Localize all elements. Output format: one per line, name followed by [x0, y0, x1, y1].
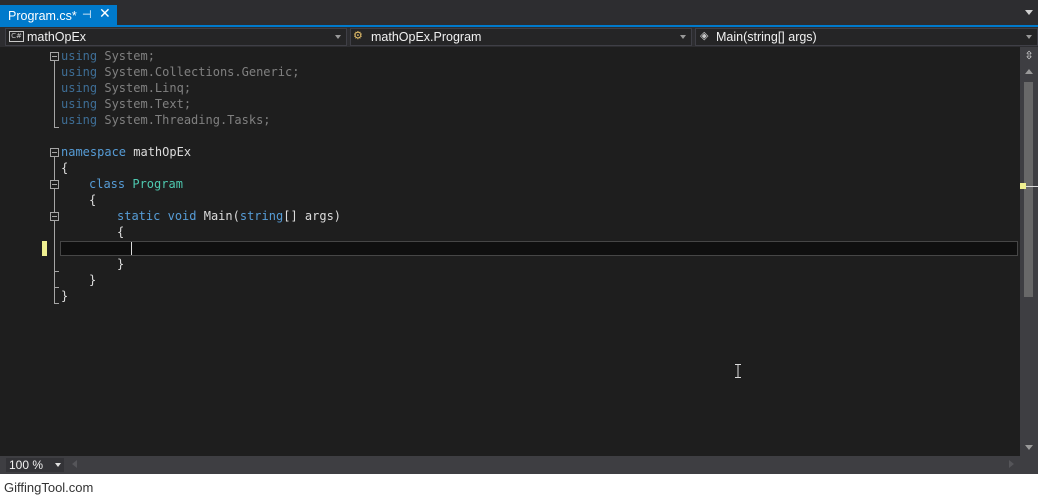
outline-end	[54, 303, 59, 304]
collapse-method-icon[interactable]	[50, 212, 59, 221]
project-label: mathOpEx	[27, 30, 87, 44]
code-line: {	[117, 225, 125, 239]
collapse-usings-icon[interactable]	[50, 52, 59, 61]
chevron-down-icon	[680, 35, 686, 39]
type-label: mathOpEx.Program	[371, 30, 482, 44]
scroll-left-icon[interactable]	[72, 460, 77, 468]
pin-icon[interactable]: ⊣	[82, 8, 92, 21]
document-tab-strip: Program.cs* ⊣ ✕	[0, 0, 1038, 26]
code-editor[interactable]: using System; using System.Collections.G…	[0, 47, 1020, 456]
code-line: }	[117, 257, 125, 271]
current-line-highlight	[60, 241, 1018, 256]
tab-program-cs[interactable]: Program.cs* ⊣ ✕	[0, 5, 117, 26]
editor-bottom-bar: 100 %	[0, 456, 1038, 474]
code-line: class Program	[89, 177, 183, 191]
method-icon: ◈	[700, 30, 709, 42]
close-icon[interactable]: ✕	[99, 6, 111, 22]
code-line: }	[61, 289, 69, 303]
outline-end	[54, 287, 59, 288]
scrollbar-caret-marker	[1026, 186, 1038, 187]
code-line: {	[61, 161, 69, 175]
member-label: Main(string[] args)	[716, 30, 817, 44]
project-dropdown[interactable]: C# mathOpEx	[5, 28, 347, 46]
outline-line	[54, 221, 55, 271]
zoom-value: 100 %	[9, 458, 44, 472]
navigation-bar: C# mathOpEx ⚙ mathOpEx.Program ◈ Main(st…	[0, 27, 1038, 47]
chevron-down-icon	[55, 463, 61, 467]
code-line: using System;	[61, 49, 155, 63]
code-line: static void Main(string[] args)	[117, 209, 342, 223]
ibeam-cursor-icon	[735, 364, 741, 378]
code-line: using System.Linq;	[61, 81, 192, 95]
text-caret	[131, 242, 132, 255]
chevron-down-icon	[1026, 35, 1032, 39]
scroll-down-icon[interactable]	[1025, 445, 1033, 450]
csharp-project-icon: C#	[9, 31, 24, 42]
scroll-right-icon[interactable]	[1009, 460, 1014, 468]
vertical-scroll-thumb[interactable]	[1024, 82, 1033, 297]
scroll-up-icon[interactable]	[1025, 69, 1033, 74]
outline-line	[54, 61, 55, 127]
code-line: {	[89, 193, 97, 207]
member-dropdown[interactable]: ◈ Main(string[] args)	[695, 28, 1038, 46]
collapse-class-icon[interactable]	[50, 180, 59, 189]
collapse-namespace-icon[interactable]	[50, 148, 59, 157]
zoom-dropdown[interactable]: 100 %	[5, 457, 65, 473]
code-line: namespace mathOpEx	[61, 145, 192, 159]
change-tracking-marker	[42, 241, 47, 256]
split-window-icon[interactable]: ⇳	[1023, 49, 1035, 63]
class-icon: ⚙	[353, 30, 363, 42]
vertical-scrollbar[interactable]: ⇳	[1020, 47, 1038, 456]
watermark-text: GiffingTool.com	[4, 480, 94, 495]
code-line: using System.Collections.Generic;	[61, 65, 300, 79]
outline-end	[54, 271, 59, 272]
outline-end	[54, 127, 59, 128]
code-line: }	[89, 273, 97, 287]
code-line: using System.Text;	[61, 97, 192, 111]
tab-overflow-dropdown-icon[interactable]	[1025, 10, 1033, 15]
tab-title: Program.cs*	[8, 8, 77, 23]
type-dropdown[interactable]: ⚙ mathOpEx.Program	[350, 28, 692, 46]
code-area[interactable]: using System; using System.Collections.G…	[0, 47, 1020, 456]
chevron-down-icon	[335, 35, 341, 39]
code-line: using System.Threading.Tasks;	[61, 113, 271, 127]
